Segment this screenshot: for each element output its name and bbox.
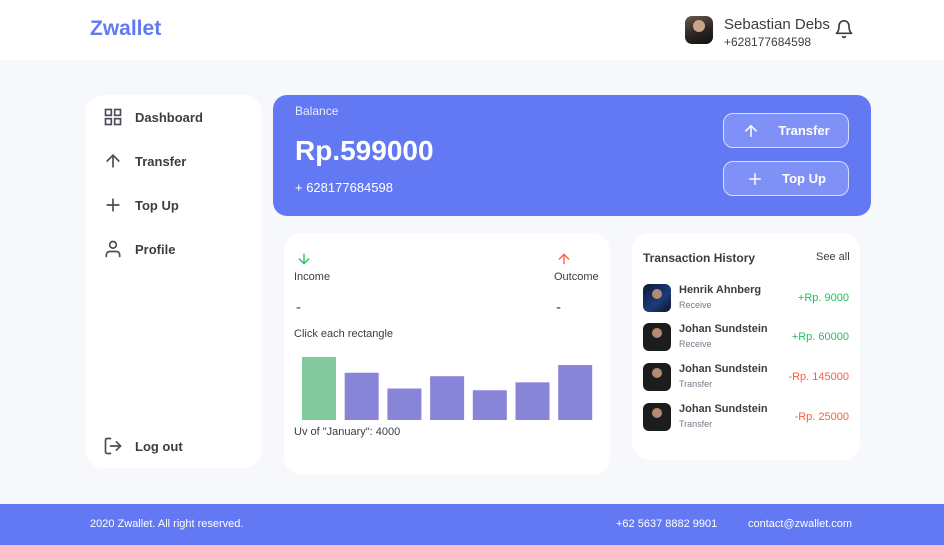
transaction-name: Johan Sundstein: [679, 323, 768, 335]
transaction-row[interactable]: Johan Sundstein Receive +Rp. 60000: [643, 323, 849, 353]
chart-hint: Click each rectangle: [294, 328, 394, 340]
transaction-avatar: [643, 363, 671, 391]
arrow-up-icon: [558, 253, 570, 265]
chart-caption: Uv of "January": 4000: [294, 426, 401, 438]
bar-chart: [302, 357, 593, 421]
balance-card: Balance Rp.599000 + 628177684598 Transfe…: [273, 95, 871, 216]
transfer-button-label: Transfer: [778, 123, 830, 138]
chart-bar[interactable]: [302, 357, 336, 420]
history-title: Transaction History: [643, 251, 756, 265]
footer: 2020 Zwallet. All right reserved. +62 56…: [0, 504, 944, 545]
balance-label: Balance: [295, 104, 339, 118]
balance-phone: + 628177684598: [295, 180, 393, 195]
user-avatar[interactable]: [685, 16, 713, 44]
logout-button[interactable]: Log out: [103, 434, 183, 458]
chart-bar[interactable]: [430, 376, 465, 420]
arrow-up-icon: [745, 124, 758, 137]
sidebar-item-label: Dashboard: [135, 109, 203, 125]
sidebar-item-label: Top Up: [135, 197, 179, 213]
transaction-type: Receive: [679, 300, 712, 310]
grid-icon: [104, 108, 122, 126]
footer-email[interactable]: contact@zwallet.com: [748, 518, 852, 530]
transaction-avatar: [643, 323, 671, 351]
bell-icon[interactable]: [834, 18, 854, 42]
transaction-type: Receive: [679, 339, 712, 349]
chart-bar[interactable]: [472, 390, 507, 420]
sidebar-item-transfer[interactable]: Transfer: [103, 149, 186, 173]
transaction-row[interactable]: Johan Sundstein Transfer -Rp. 145000: [643, 363, 849, 393]
user-name: Sebastian Debs: [724, 16, 830, 33]
transaction-type: Transfer: [679, 379, 713, 389]
topup-button-label: Top Up: [782, 171, 826, 186]
sidebar-item-profile[interactable]: Profile: [103, 237, 175, 261]
outcome-value: -: [556, 299, 561, 316]
income-label: Income: [294, 271, 331, 283]
transaction-amount: +Rp. 9000: [797, 292, 849, 304]
income-value: -: [296, 299, 301, 316]
income-outcome-card: Income - Outcome - Click each rectangle …: [284, 233, 610, 475]
balance-amount: Rp.599000: [295, 135, 434, 166]
transaction-type: Transfer: [679, 419, 713, 429]
chart-bar[interactable]: [558, 365, 593, 420]
transaction-history-card: Transaction History See all Henrik Ahnbe…: [632, 233, 860, 460]
transaction-name: Johan Sundstein: [679, 363, 768, 375]
transaction-row[interactable]: Henrik Ahnberg Receive +Rp. 9000: [643, 284, 849, 314]
plus-icon: [749, 172, 762, 185]
transaction-avatar: [643, 403, 671, 431]
brand-logo[interactable]: Zwallet: [90, 17, 161, 41]
arrow-down-icon: [298, 253, 310, 265]
chart-bar[interactable]: [515, 382, 550, 420]
topup-button[interactable]: Top Up: [723, 161, 849, 196]
chart-bar[interactable]: [344, 372, 379, 420]
footer-copyright: 2020 Zwallet. All right reserved.: [90, 518, 244, 530]
transfer-button[interactable]: Transfer: [723, 113, 849, 148]
footer-phone: +62 5637 8882 9901: [616, 518, 718, 530]
sidebar-item-dashboard[interactable]: Dashboard: [103, 105, 203, 129]
transaction-row[interactable]: Johan Sundstein Transfer -Rp. 25000: [643, 403, 849, 433]
sidebar-item-topup[interactable]: Top Up: [103, 193, 179, 217]
outcome-label: Outcome: [554, 271, 599, 283]
user-phone: +628177684598: [724, 35, 812, 49]
transaction-amount: +Rp. 60000: [791, 331, 849, 343]
logout-icon: [104, 437, 122, 455]
transaction-avatar: [643, 284, 671, 312]
chart-bar[interactable]: [387, 388, 422, 421]
top-header: Zwallet Sebastian Debs +628177684598: [0, 0, 944, 60]
arrow-up-icon: [106, 154, 120, 168]
transaction-amount: -Rp. 25000: [794, 411, 849, 423]
transaction-name: Henrik Ahnberg: [679, 284, 762, 296]
transaction-amount: -Rp. 145000: [788, 371, 849, 383]
logout-label: Log out: [135, 438, 183, 454]
sidebar: Dashboard Transfer Top Up Profile Log ou…: [85, 95, 262, 468]
transaction-name: Johan Sundstein: [679, 403, 768, 415]
sidebar-item-label: Profile: [135, 241, 176, 257]
user-icon: [105, 240, 121, 258]
sidebar-item-label: Transfer: [135, 153, 187, 169]
see-all-link[interactable]: See all: [816, 251, 850, 263]
plus-icon: [106, 198, 120, 212]
